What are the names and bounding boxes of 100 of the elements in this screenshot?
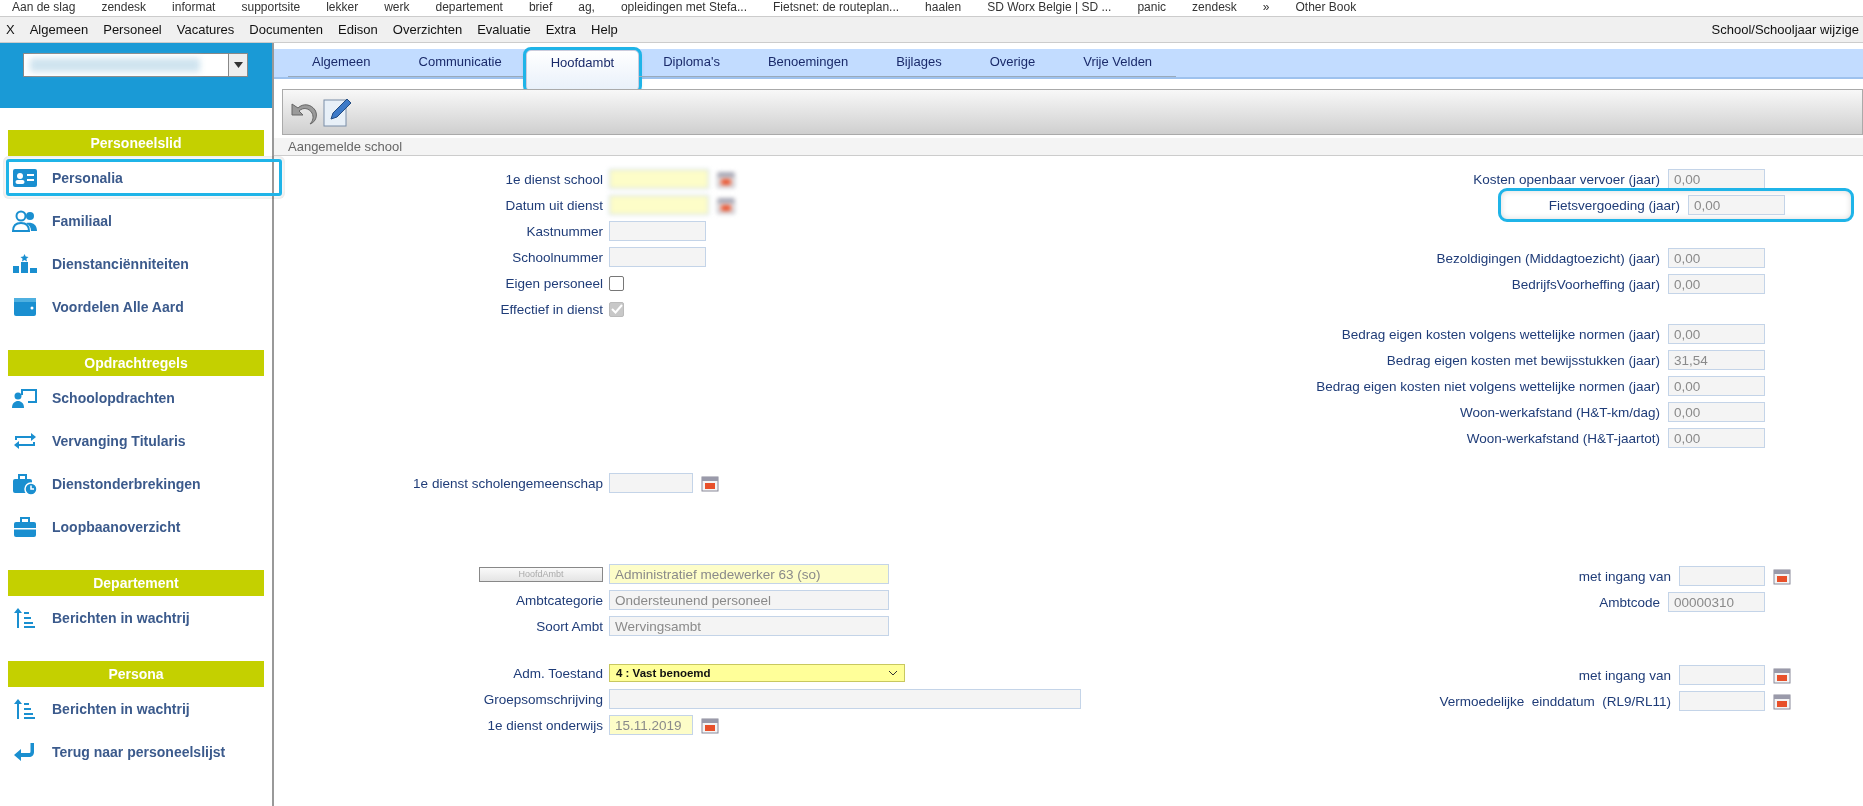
sidebar-item[interactable]: Personalia [3,156,285,199]
edit-icon[interactable] [323,97,351,127]
calendar-icon[interactable] [701,474,719,492]
field-label: Kastnummer [526,223,603,239]
field-label: Woon-werkafstand (H&T-jaartot) [1466,430,1660,446]
sidebar-item[interactable]: Familiaal [0,199,302,242]
text-field[interactable] [609,221,706,241]
bookmark-link[interactable]: ag, [578,0,595,16]
menu-item[interactable]: X [6,22,15,37]
section-header: Personeelslid [8,130,264,156]
sidebar-item[interactable]: Loopbaanoverzicht [0,505,302,548]
date-field[interactable] [609,169,709,189]
bookmark-link[interactable]: departement [435,0,503,16]
section-title: Aangemelde school [274,138,1863,156]
bookmark-link[interactable]: lekker [326,0,359,16]
section-header: Departement [8,570,264,596]
bookmark-link[interactable]: Other Book [1295,0,1357,16]
date-field[interactable] [1679,665,1765,685]
bookmark-link[interactable]: panic [1137,0,1167,16]
bookmark-link[interactable]: » [1262,0,1270,16]
bookmark-link[interactable]: brief [528,0,553,16]
bookmark-link[interactable]: zendesk [101,0,147,16]
field-label: Adm. Toestand [513,665,603,681]
field-label: met ingang van [1578,667,1671,683]
field-label: Bedrag eigen kosten volgens wettelijke normen (jaar) [1341,326,1660,342]
sidebar-item[interactable]: Terug naar personeelslijst [0,730,302,773]
menu-item[interactable]: Vacatures [176,22,235,37]
podium-icon [12,252,38,275]
sidebar-item[interactable]: Berichten in wachtrij [0,596,302,639]
sidebar-item[interactable]: Voordelen Alle Aard [0,285,302,328]
sidebar-item[interactable]: Schoolopdrachten [0,376,302,419]
field-label: Soort Ambt [536,618,603,634]
case-clock-icon [12,472,38,495]
date-field[interactable] [609,473,693,493]
menu-item[interactable]: Overzichten [392,22,463,37]
date-field[interactable] [1679,691,1765,711]
calendar-icon[interactable] [1773,567,1791,585]
people-icon [12,209,38,232]
calendar-icon[interactable] [1773,666,1791,684]
date-field[interactable] [1679,566,1765,586]
sidebar-item[interactable]: Berichten in wachtrij [0,687,302,730]
field-label: Bedrag eigen kosten niet volgens wettelijke normen (jaar) [1316,378,1660,394]
calendar-icon[interactable] [1773,692,1791,710]
text-field[interactable] [609,689,1081,709]
sidebar-item[interactable]: Vervanging Titularis [0,419,302,462]
field-label: Ambtcategorie [515,592,603,608]
menu-item[interactable]: Evaluatie [477,22,531,37]
bookmark-link[interactable]: Aan de slag [12,0,76,16]
field-label: 1e dienst onderwijs [487,717,603,733]
field-label: Vermoedelijke einddatum (RL9/RL11) [1439,693,1671,709]
field-label: Datum uit dienst [505,197,603,213]
menu-item[interactable]: Help [591,22,618,37]
sidebar-item[interactable]: Dienstonderbrekingen [0,462,302,505]
caret-icon [233,62,243,68]
sidebar-item[interactable]: Dienstanciënniteiten [0,242,302,285]
tab[interactable]: Overige [965,50,1060,77]
field-label: Woon-werkafstand (H&T-km/dag) [1459,404,1660,420]
field-label: Groepsomschrijving [483,691,603,707]
date-field[interactable] [609,195,709,215]
field-label: Fietsvergoeding (jaar) [1548,197,1680,213]
bookmark-link[interactable]: opleidingen met Stefa... [620,0,748,16]
field-label: 1e dienst scholengemeenschap [413,475,603,491]
field-label: Kosten openbaar vervoer (jaar) [1473,171,1660,187]
bookmark-link[interactable]: haalen [925,0,962,16]
status-select[interactable]: 4 : Vast benoemd [609,664,905,682]
field-label: Eigen personeel [505,275,603,291]
menu-item[interactable]: Extra [545,22,576,37]
case-icon [12,515,38,538]
section-header: Persona [8,661,264,687]
tab[interactable]: Algemeen [288,50,395,77]
field-label: BedrijfsVoorheffing (jaar) [1511,276,1660,292]
tab[interactable]: Benoemingen [743,50,873,77]
field-label: met ingang van [1578,568,1671,584]
field-label: Bedrag eigen kosten met bewijsstukken (jaar) [1386,352,1660,368]
bookmark-link[interactable]: SD Worx Belgie | SD ... [987,0,1112,16]
calendar-icon[interactable] [717,196,735,214]
field-label: Schoolnummer [512,249,603,265]
tab[interactable]: Vrije Velden [1059,50,1177,77]
menu-item[interactable]: Personeel [103,22,162,37]
menu-item[interactable]: Edison [338,22,378,37]
field-label: Effectief in dienst [500,301,603,317]
employee-select[interactable] [23,53,248,77]
calendar-icon[interactable] [717,170,735,188]
sort-icon [12,697,38,720]
school-year-link[interactable]: School/Schooljaar wijzige [1711,22,1859,37]
tab[interactable]: Hoofdambt [525,50,640,91]
bookmark-link[interactable]: zendesk [1192,0,1237,16]
teacher-icon [12,386,38,409]
tab[interactable]: Bijlages [872,50,966,77]
text-field[interactable] [609,247,706,267]
menu-item[interactable]: Documenten [249,22,324,37]
calendar-icon[interactable] [701,716,719,734]
bookmark-link[interactable]: informat [172,0,216,16]
tab[interactable]: Diploma's [639,50,744,77]
menu-item[interactable]: Algemeen [29,22,89,37]
field-label: 1e dienst school [505,171,603,187]
bookmark-link[interactable]: supportsite [241,0,301,16]
checkbox[interactable] [609,275,624,291]
bookmark-link[interactable]: Fietsnet: de routeplan... [773,0,900,16]
bookmark-link[interactable]: werk [384,0,410,16]
